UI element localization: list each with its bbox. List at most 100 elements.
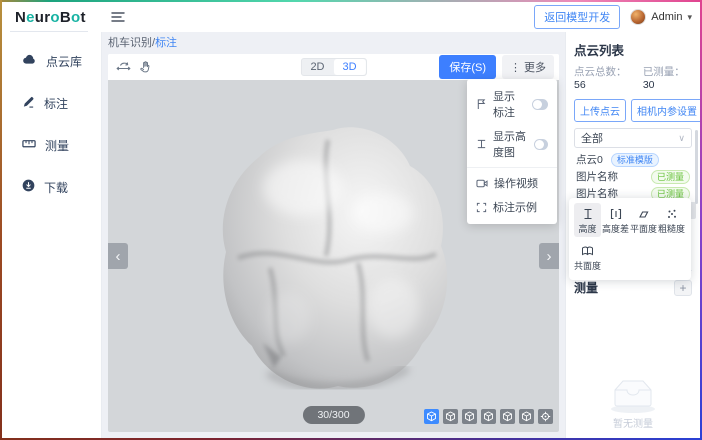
breadcrumb: 机车识别/标注 [108, 36, 559, 51]
empty-state: 暂无测量 [566, 372, 700, 430]
add-measure-button[interactable]: + [674, 280, 692, 296]
cloud-icon [22, 54, 37, 68]
frame-icon [476, 202, 487, 213]
list-item-image[interactable]: 图片名称 已测量 [574, 168, 692, 185]
menu-item-show-annotations[interactable]: 显示标注 [467, 84, 557, 124]
flag-icon [476, 98, 487, 110]
cube-view-4-button[interactable] [481, 409, 496, 424]
username: Admin [651, 11, 682, 23]
panel-buttons: 上传点云 相机内参设置 [574, 99, 692, 122]
camera-params-button[interactable]: 相机内参设置 [631, 99, 700, 122]
sidebar-item-measure[interactable]: 测量 [2, 124, 101, 166]
cube-iso-view-button[interactable] [424, 409, 439, 424]
tool-coplanarity[interactable]: 共面度 [574, 240, 601, 274]
app-frame: NeuroBot 返回模型开发 Admin ▾ 点云库 标注 [0, 0, 702, 440]
breadcrumb-current: 标注 [155, 37, 177, 49]
cube-view-6-button[interactable] [519, 409, 534, 424]
tool-roughness[interactable]: 粗糙度 [658, 203, 685, 237]
more-button[interactable]: ⋮ 更多 [502, 55, 554, 79]
toolbar-actions: 保存(S) ⋮ 更多 [439, 55, 554, 79]
measured-badge: 已测量 [651, 170, 690, 184]
cube-view-5-button[interactable] [500, 409, 515, 424]
back-to-model-dev-button[interactable]: 返回模型开发 [534, 5, 620, 29]
next-image-button[interactable]: › [539, 243, 559, 269]
sidebar-item-label: 测量 [45, 137, 69, 154]
logo-letter: t [80, 9, 85, 26]
video-icon [476, 178, 488, 189]
list-scrollbar[interactable] [695, 130, 698, 204]
sidebar-item-label: 标注 [44, 95, 68, 112]
app-logo: NeuroBot [2, 2, 102, 32]
logo-letter: ur [35, 9, 51, 26]
logo-letter: N [15, 9, 26, 26]
tooth-3d-model[interactable] [208, 118, 458, 410]
template-badge: 标准模版 [611, 153, 659, 167]
tool-height[interactable]: 高度 [574, 203, 601, 237]
panel-title: 点云列表 [574, 40, 692, 59]
show-annotations-toggle[interactable] [532, 99, 548, 110]
tool-height-diff[interactable]: 高度差 [602, 203, 629, 237]
chevron-down-icon: ∨ [678, 133, 685, 144]
pan-hand-icon[interactable] [135, 57, 157, 77]
height-map-icon [476, 138, 487, 150]
view-mode-2d[interactable]: 2D [301, 59, 333, 75]
sidebar: 点云库 标注 测量 下载 [2, 32, 102, 438]
empty-box-icon [605, 372, 661, 414]
locate-view-button[interactable] [538, 409, 553, 424]
measured-label: 已测量： [643, 66, 685, 78]
show-heightmap-toggle[interactable] [534, 139, 548, 150]
sidebar-item-download[interactable]: 下载 [2, 166, 101, 208]
upload-pointcloud-button[interactable]: 上传点云 [574, 99, 626, 122]
breadcrumb-parent[interactable]: 机车识别 [108, 37, 152, 49]
menu-item-show-heightmap[interactable]: 显示高度图 [467, 124, 557, 164]
menu-item-operation-video[interactable]: 操作视频 [467, 171, 557, 195]
cube-view-2-button[interactable] [443, 409, 458, 424]
measure-tool-panel: 高度 高度差 平面度 粗糙度 共面度 [569, 198, 691, 280]
prev-image-button[interactable]: ‹ [108, 243, 128, 269]
view-preset-bar [424, 409, 553, 424]
frame-border-top [0, 0, 702, 2]
more-menu-dropdown: 显示标注 显示高度图 操作视频 标注示例 [467, 79, 557, 224]
logo-letter: B [60, 9, 71, 26]
pen-icon [22, 95, 35, 111]
frame-border-left [0, 0, 2, 440]
sidebar-item-label: 点云库 [46, 53, 82, 70]
empty-text: 暂无测量 [613, 415, 653, 430]
chevron-left-icon: ‹ [116, 248, 121, 265]
total-value: 56 [574, 79, 586, 91]
roughness-icon [666, 207, 678, 220]
coplanarity-icon [581, 244, 594, 257]
sidebar-item-annotation[interactable]: 标注 [2, 82, 101, 124]
save-button[interactable]: 保存(S) [439, 55, 496, 79]
pointcloud-list-panel: 点云列表 点云总数：56 已测量：30 上传点云 相机内参设置 全部 ∨ 点云0… [565, 32, 700, 438]
list-item-pointcloud0[interactable]: 点云0 标准模版 [574, 151, 692, 168]
user-menu[interactable]: Admin ▾ [630, 9, 692, 25]
ruler-icon [22, 137, 36, 153]
menu-item-annotation-example[interactable]: 标注示例 [467, 195, 557, 219]
menu-divider [467, 167, 557, 168]
app-window: NeuroBot 返回模型开发 Admin ▾ 点云库 标注 [2, 2, 700, 438]
flatness-icon [637, 207, 650, 220]
app-header: NeuroBot 返回模型开发 Admin ▾ [2, 2, 700, 32]
panel-stats: 点云总数：56 已测量：30 [574, 64, 692, 91]
viewer-toolbar: 2D 3D 保存(S) ⋮ 更多 [108, 54, 559, 80]
tool-flatness[interactable]: 平面度 [630, 203, 657, 237]
height-icon [582, 207, 594, 220]
header-actions: 返回模型开发 Admin ▾ [534, 5, 700, 29]
filter-select[interactable]: 全部 ∨ [574, 128, 692, 148]
measured-value: 30 [643, 79, 655, 91]
view-mode-3d[interactable]: 3D [334, 59, 366, 75]
height-diff-icon [610, 207, 622, 220]
pagination-indicator: 30/300 [302, 406, 364, 424]
rotate-tool-icon[interactable] [113, 57, 135, 77]
sidebar-item-pointcloud-library[interactable]: 点云库 [2, 40, 101, 82]
menu-collapse-icon[interactable] [111, 11, 125, 23]
sidebar-item-label: 下载 [44, 179, 68, 196]
cube-view-3-button[interactable] [462, 409, 477, 424]
main-area: 机车识别/标注 2D 3D 保存(S) [102, 32, 565, 438]
caret-down-icon: ▾ [687, 12, 692, 23]
total-label: 点云总数： [574, 66, 627, 78]
avatar [630, 9, 646, 25]
logo-letter: o [71, 9, 80, 26]
download-icon [22, 179, 35, 195]
